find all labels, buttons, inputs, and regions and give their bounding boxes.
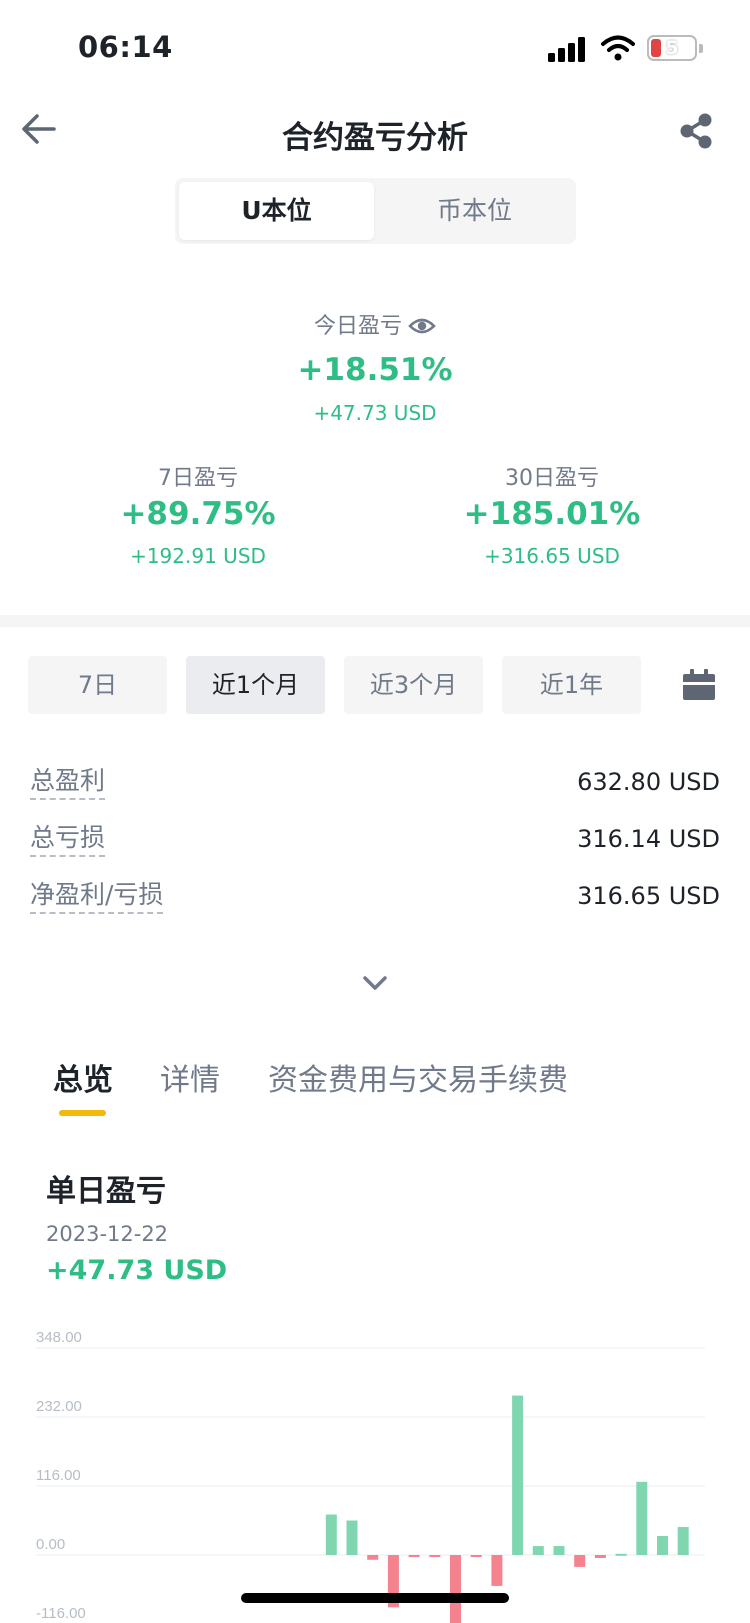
- pnl-bar[interactable]: [470, 1555, 482, 1557]
- week-pnl-usd: +192.91 USD: [130, 544, 266, 568]
- pnl-bar[interactable]: [346, 1520, 358, 1556]
- segment-usdt-margined[interactable]: U本位: [179, 182, 374, 240]
- battery-level: 5: [665, 37, 679, 59]
- month-pnl-usd: +316.65 USD: [484, 544, 620, 568]
- calendar-icon[interactable]: [682, 669, 716, 701]
- period-tab-1y[interactable]: 近1年: [502, 656, 641, 714]
- total-loss-label[interactable]: 总亏损: [30, 823, 106, 857]
- period-tab-7d[interactable]: 7日: [28, 656, 167, 714]
- home-indicator[interactable]: [241, 1593, 509, 1603]
- pnl-bar[interactable]: [512, 1395, 524, 1555]
- today-pnl-usd: +47.73 USD: [313, 401, 437, 425]
- pnl-bar[interactable]: [553, 1546, 565, 1555]
- y-tick-label: 0.00: [36, 1536, 65, 1553]
- tab-funding-fees[interactable]: 资金费用与交易手续费: [268, 1055, 568, 1099]
- net-pnl-value: 316.65 USD: [577, 882, 720, 910]
- margin-type-segment: U本位 币本位: [175, 178, 576, 244]
- net-pnl-label[interactable]: 净盈利/亏损: [30, 880, 164, 914]
- daily-pnl-date: 2023-12-22: [46, 1222, 169, 1246]
- battery-nub: [699, 44, 703, 53]
- tab-active-indicator: [59, 1110, 106, 1116]
- total-profit-value: 632.80 USD: [577, 768, 720, 796]
- pnl-bar[interactable]: [657, 1535, 668, 1555]
- battery-icon: 5: [647, 35, 697, 61]
- pnl-bar[interactable]: [429, 1555, 441, 1557]
- y-tick-label: 348.00: [36, 1329, 82, 1346]
- daily-pnl-bar-chart[interactable]: 348.00 232.00 116.00 0.00 -116.00: [0, 1320, 750, 1623]
- total-profit-label[interactable]: 总盈利: [30, 766, 106, 800]
- chevron-down-icon[interactable]: [362, 974, 388, 992]
- week-pnl-label: 7日盈亏: [158, 466, 238, 491]
- eye-icon[interactable]: [408, 315, 436, 337]
- section-divider: [0, 615, 750, 627]
- status-time: 06:14: [78, 30, 173, 64]
- today-pnl-percent: +18.51%: [297, 352, 453, 388]
- y-tick-label: 116.00: [36, 1467, 81, 1484]
- share-icon[interactable]: [678, 112, 714, 150]
- today-pnl-label: 今日盈亏: [313, 314, 402, 339]
- month-pnl-label: 30日盈亏: [505, 466, 599, 491]
- pnl-bar[interactable]: [408, 1555, 420, 1557]
- daily-pnl-title: 单日盈亏: [46, 1174, 166, 1209]
- pnl-bar[interactable]: [491, 1555, 503, 1586]
- pnl-bar[interactable]: [677, 1527, 689, 1555]
- today-pnl-label-row: 今日盈亏: [0, 308, 750, 340]
- segment-coin-margined[interactable]: 币本位: [377, 182, 572, 240]
- week-pnl-percent: +89.75%: [120, 496, 276, 532]
- pnl-bar[interactable]: [636, 1481, 648, 1555]
- page-title: 合约盈亏分析: [282, 120, 468, 156]
- pnl-bar[interactable]: [532, 1546, 544, 1555]
- period-tab-1m[interactable]: 近1个月: [186, 656, 325, 714]
- tab-details[interactable]: 详情: [160, 1055, 220, 1099]
- pnl-bar[interactable]: [615, 1553, 627, 1556]
- pnl-bar[interactable]: [367, 1555, 379, 1560]
- wifi-icon: [601, 35, 635, 61]
- pnl-bar[interactable]: [594, 1555, 606, 1558]
- y-tick-label: 232.00: [36, 1398, 82, 1415]
- pnl-bar[interactable]: [574, 1555, 586, 1567]
- total-loss-value: 316.14 USD: [577, 825, 720, 853]
- y-tick-label: -116.00: [36, 1605, 86, 1622]
- pnl-bar[interactable]: [450, 1555, 461, 1623]
- period-tab-3m[interactable]: 近3个月: [344, 656, 483, 714]
- month-pnl-percent: +185.01%: [463, 496, 641, 532]
- cellular-signal-icon: [548, 36, 588, 62]
- pnl-bar[interactable]: [325, 1514, 337, 1555]
- daily-pnl-value: +47.73 USD: [46, 1255, 228, 1286]
- tab-overview[interactable]: 总览: [53, 1055, 113, 1099]
